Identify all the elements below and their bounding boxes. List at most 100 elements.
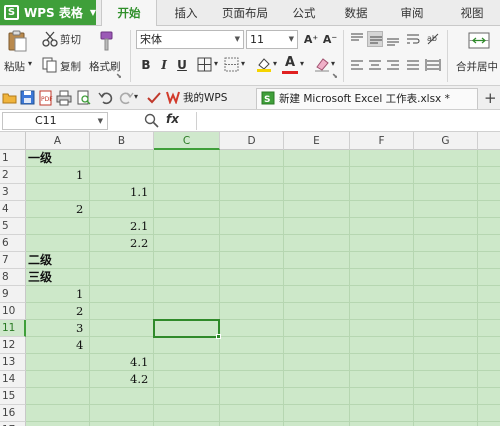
cell-a2[interactable]: 1 <box>76 167 83 184</box>
cell-a10[interactable]: 2 <box>76 303 83 320</box>
name-box[interactable]: C11 ▼ <box>2 112 108 130</box>
row-header[interactable]: 1 <box>0 150 26 167</box>
row-header[interactable]: 13 <box>0 354 26 371</box>
scissors-icon[interactable] <box>42 31 58 47</box>
column-header-d[interactable]: D <box>220 132 284 150</box>
italic-button[interactable]: I <box>156 56 172 74</box>
row-header[interactable]: 16 <box>0 405 26 422</box>
column-header-e[interactable]: E <box>284 132 350 150</box>
export-pdf-icon[interactable]: PDF <box>38 90 54 106</box>
paste-dropdown-icon[interactable]: ▾ <box>28 59 32 68</box>
cell-a4[interactable]: 2 <box>76 201 83 218</box>
column-header-a[interactable]: A <box>26 132 90 150</box>
decrease-font-button[interactable]: A⁻ <box>322 31 338 49</box>
row-header[interactable]: 7 <box>0 252 26 269</box>
insert-function-button[interactable]: fx <box>166 112 179 126</box>
new-tab-button[interactable]: + <box>484 88 498 109</box>
row-header[interactable]: 11 <box>0 320 26 337</box>
cell-a12[interactable]: 4 <box>76 337 83 354</box>
underline-button[interactable]: U <box>174 56 190 74</box>
tab-home[interactable]: 开始 <box>101 0 157 27</box>
cut-button[interactable]: 剪切 <box>60 32 81 47</box>
row-header[interactable]: 3 <box>0 184 26 201</box>
column-header-c[interactable]: C <box>154 132 220 150</box>
chevron-down-icon[interactable]: ▾ <box>134 92 138 101</box>
tab-insert[interactable]: 插入 <box>162 0 210 25</box>
tab-formulas[interactable]: 公式 <box>284 0 324 25</box>
tab-my-wps[interactable]: 我的WPS <box>166 88 252 109</box>
wrap-text-icon[interactable] <box>405 31 421 47</box>
fill-color-icon[interactable] <box>256 56 272 72</box>
row-header[interactable]: 8 <box>0 269 26 286</box>
chevron-down-icon[interactable]: ▾ <box>331 59 335 68</box>
align-middle-icon[interactable] <box>367 31 383 47</box>
format-painter-icon[interactable] <box>94 30 114 52</box>
row-header[interactable]: 5 <box>0 218 26 235</box>
redo-icon[interactable] <box>118 90 134 106</box>
chevron-down-icon[interactable]: ▾ <box>273 59 277 68</box>
merge-center-button[interactable]: 合并居中 <box>456 59 498 74</box>
chevron-down-icon[interactable]: ▾ <box>214 59 218 68</box>
cell-b13[interactable]: 4.1 <box>130 354 148 371</box>
increase-font-button[interactable]: A⁺ <box>303 31 319 49</box>
row-header[interactable]: 9 <box>0 286 26 303</box>
clipboard-group-launcher-icon[interactable]: ⬊ <box>116 72 122 80</box>
copy-button[interactable]: 复制 <box>60 59 81 74</box>
row-header[interactable]: 12 <box>0 337 26 354</box>
cell-a11[interactable]: 3 <box>76 320 83 337</box>
font-name-select[interactable]: 宋体 ▼ <box>136 30 244 49</box>
row-header[interactable]: 14 <box>0 371 26 388</box>
check-icon[interactable] <box>146 90 162 106</box>
fill-handle[interactable] <box>216 334 221 339</box>
font-size-select[interactable]: 11 ▼ <box>246 30 298 49</box>
formula-input[interactable] <box>196 112 498 130</box>
column-header-b[interactable]: B <box>90 132 154 150</box>
print-icon[interactable] <box>56 90 72 106</box>
tab-review[interactable]: 审阅 <box>392 0 432 25</box>
cell-a1[interactable]: 一级 <box>28 150 52 167</box>
row-header[interactable]: 17 <box>0 422 26 426</box>
cell-a7[interactable]: 二级 <box>28 252 52 269</box>
cell-a8[interactable]: 三级 <box>28 269 52 286</box>
zoom-search-icon[interactable] <box>144 113 160 129</box>
cell-b6[interactable]: 2.2 <box>130 235 148 252</box>
tab-view[interactable]: 视图 <box>452 0 492 25</box>
align-center-icon[interactable] <box>367 57 383 73</box>
column-header-g[interactable]: G <box>414 132 478 150</box>
align-top-icon[interactable] <box>349 31 365 47</box>
paste-button[interactable] <box>6 30 28 55</box>
distributed-icon[interactable] <box>425 57 441 73</box>
cell-b14[interactable]: 4.2 <box>130 371 148 388</box>
align-left-icon[interactable] <box>349 57 365 73</box>
row-header[interactable]: 10 <box>0 303 26 320</box>
active-cell-c11[interactable] <box>153 319 220 338</box>
chevron-down-icon[interactable]: ▾ <box>241 59 245 68</box>
open-folder-icon[interactable] <box>2 90 18 106</box>
cell-b3[interactable]: 1.1 <box>130 184 148 201</box>
undo-icon[interactable] <box>98 90 114 106</box>
tab-page-layout[interactable]: 页面布局 <box>214 0 276 25</box>
justify-icon[interactable] <box>405 57 421 73</box>
chevron-down-icon[interactable]: ▾ <box>300 59 304 68</box>
select-all-button[interactable] <box>0 132 26 150</box>
tab-current-document[interactable]: S 新建 Microsoft Excel 工作表.xlsx * <box>256 88 478 109</box>
print-preview-icon[interactable] <box>76 90 92 106</box>
align-bottom-icon[interactable] <box>385 31 401 47</box>
save-icon[interactable] <box>20 90 36 106</box>
column-header-f[interactable]: F <box>350 132 414 150</box>
tab-data[interactable]: 数据 <box>336 0 376 25</box>
row-header[interactable]: 2 <box>0 167 26 184</box>
merge-center-icon[interactable] <box>468 30 490 52</box>
align-right-icon[interactable] <box>385 57 401 73</box>
cell-area[interactable]: 一级 1 1.1 2 2.1 2.2 二级 三级 1 2 3 4 4.1 4.2 <box>26 150 500 426</box>
clear-format-icon[interactable] <box>314 56 330 72</box>
bold-button[interactable]: B <box>138 56 154 74</box>
merge-borders-icon[interactable] <box>224 57 240 73</box>
font-color-button[interactable]: A <box>282 54 298 74</box>
borders-icon[interactable] <box>197 57 213 73</box>
app-menu-button[interactable]: S WPS 表格 ▼ <box>0 0 96 25</box>
copy-icon[interactable] <box>42 57 58 73</box>
row-header[interactable]: 6 <box>0 235 26 252</box>
row-header[interactable]: 15 <box>0 388 26 405</box>
paste-label[interactable]: 粘贴 <box>4 59 25 74</box>
